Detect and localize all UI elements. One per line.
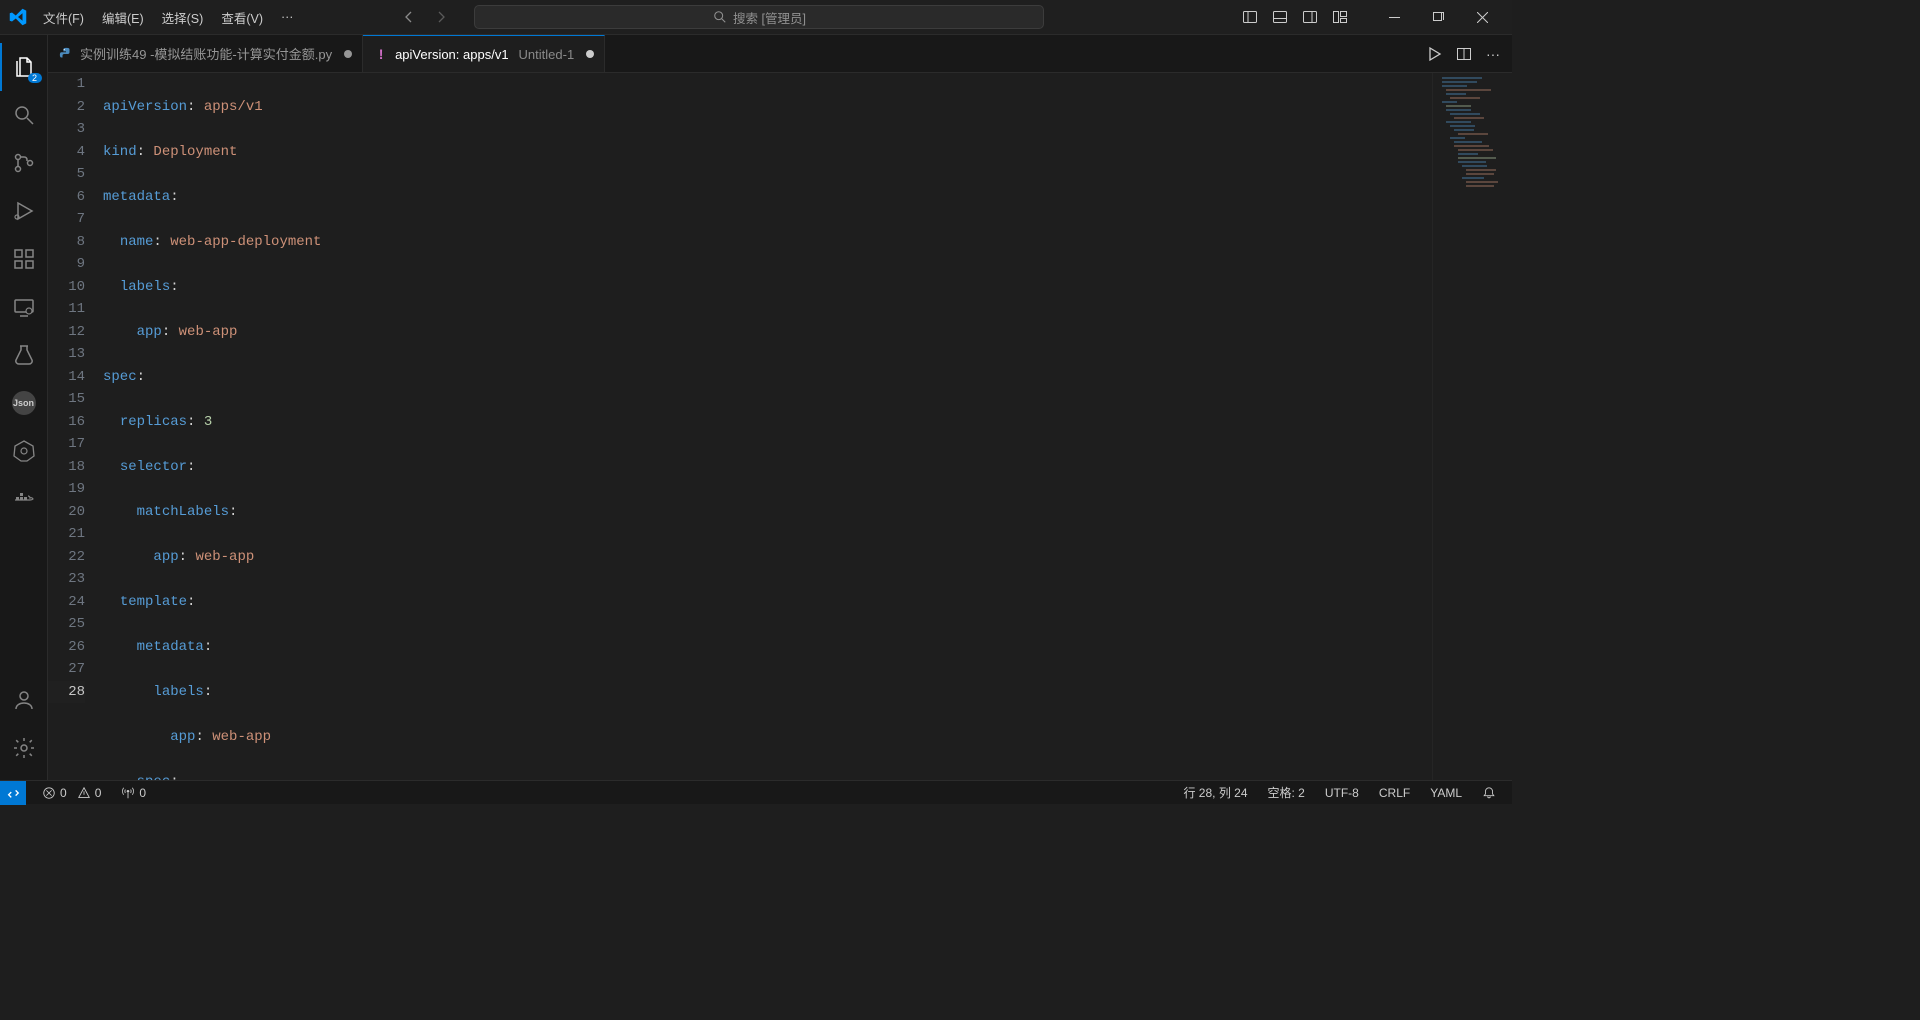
editor-area: 实例训练49 -模拟结账功能-计算实付金额.py ! apiVersion: a… xyxy=(48,35,1512,780)
editor-content[interactable]: 1234567891011121314151617181920212223242… xyxy=(48,73,1512,780)
tab-sublabel: Untitled-1 xyxy=(519,47,575,62)
tab-python-file[interactable]: 实例训练49 -模拟结账功能-计算实付金额.py xyxy=(48,35,363,72)
status-ports[interactable]: 0 xyxy=(117,786,150,800)
activity-search-icon[interactable] xyxy=(0,91,48,139)
menu-bar: 文件(F) 编辑(E) 选择(S) 查看(V) ··· xyxy=(35,4,301,31)
window-minimize[interactable] xyxy=(1372,0,1416,35)
title-bar-right xyxy=(1242,0,1512,35)
dirty-indicator-icon xyxy=(344,50,352,58)
status-eol[interactable]: CRLF xyxy=(1375,786,1414,800)
nav-arrows xyxy=(401,9,449,25)
error-icon xyxy=(42,786,56,800)
activity-account-icon[interactable] xyxy=(0,676,48,724)
split-editor-icon[interactable] xyxy=(1456,46,1472,62)
remote-indicator[interactable] xyxy=(0,781,26,805)
minimap[interactable] xyxy=(1432,73,1512,780)
menu-select[interactable]: 选择(S) xyxy=(154,4,212,31)
activity-remote-icon[interactable] xyxy=(0,283,48,331)
window-close[interactable] xyxy=(1460,0,1504,35)
run-file-icon[interactable] xyxy=(1426,46,1442,62)
layout-panel-right-icon[interactable] xyxy=(1302,9,1318,25)
activity-settings-icon[interactable] xyxy=(0,724,48,772)
status-cursor-pos[interactable]: 行 28, 列 24 xyxy=(1179,784,1251,801)
status-notifications-icon[interactable] xyxy=(1478,786,1500,800)
yaml-file-icon: ! xyxy=(373,46,389,62)
line-gutter: 1234567891011121314151617181920212223242… xyxy=(48,73,103,780)
status-problems[interactable]: 0 0 xyxy=(38,786,105,800)
menu-edit[interactable]: 编辑(E) xyxy=(94,4,152,31)
radio-tower-icon xyxy=(121,786,135,800)
menu-view[interactable]: 查看(V) xyxy=(213,4,271,31)
search-placeholder: 搜索 [管理员] xyxy=(733,8,806,27)
status-bar: 0 0 0 行 28, 列 24 空格: 2 UTF-8 CRLF YAML xyxy=(0,780,1512,804)
dirty-indicator-icon xyxy=(586,50,594,58)
minimap-preview xyxy=(1440,75,1510,195)
tab-label: 实例训练49 -模拟结账功能-计算实付金额.py xyxy=(80,44,332,63)
status-language[interactable]: YAML xyxy=(1426,786,1466,800)
explorer-badge: 2 xyxy=(28,73,42,83)
activity-debug-icon[interactable] xyxy=(0,187,48,235)
activity-scm-icon[interactable] xyxy=(0,139,48,187)
warning-icon xyxy=(77,786,91,800)
menu-more[interactable]: ··· xyxy=(273,6,302,28)
tab-yaml-file[interactable]: ! apiVersion: apps/v1 Untitled-1 xyxy=(363,35,605,72)
nav-back-icon[interactable] xyxy=(401,9,417,25)
tab-label: apiVersion: apps/v1 xyxy=(395,47,508,62)
more-actions-icon[interactable]: ··· xyxy=(1486,46,1500,62)
activity-docker-icon[interactable] xyxy=(0,475,48,523)
status-indentation[interactable]: 空格: 2 xyxy=(1264,784,1309,801)
code-text[interactable]: apiVersion: apps/v1 kind: Deployment met… xyxy=(103,73,1432,780)
nav-forward-icon[interactable] xyxy=(433,9,449,25)
vscode-logo-icon xyxy=(0,8,35,26)
activity-explorer-icon[interactable]: 2 xyxy=(0,43,48,91)
layout-panel-left-icon[interactable] xyxy=(1242,9,1258,25)
python-file-icon xyxy=(58,46,74,62)
menu-file[interactable]: 文件(F) xyxy=(35,4,92,31)
activity-testing-icon[interactable] xyxy=(0,331,48,379)
title-bar: 文件(F) 编辑(E) 选择(S) 查看(V) ··· 搜索 [管理员] xyxy=(0,0,1512,35)
tab-bar: 实例训练49 -模拟结账功能-计算实付金额.py ! apiVersion: a… xyxy=(48,35,1512,73)
status-encoding[interactable]: UTF-8 xyxy=(1321,786,1363,800)
activity-extensions-icon[interactable] xyxy=(0,235,48,283)
activity-bar: 2 Json xyxy=(0,35,48,780)
activity-json-icon[interactable]: Json xyxy=(0,379,48,427)
window-maximize[interactable] xyxy=(1416,0,1460,35)
search-input[interactable]: 搜索 [管理员] xyxy=(474,5,1044,29)
activity-kubernetes-icon[interactable] xyxy=(0,427,48,475)
customize-layout-icon[interactable] xyxy=(1332,9,1348,25)
layout-panel-bottom-icon[interactable] xyxy=(1272,9,1288,25)
search-icon xyxy=(713,10,727,24)
